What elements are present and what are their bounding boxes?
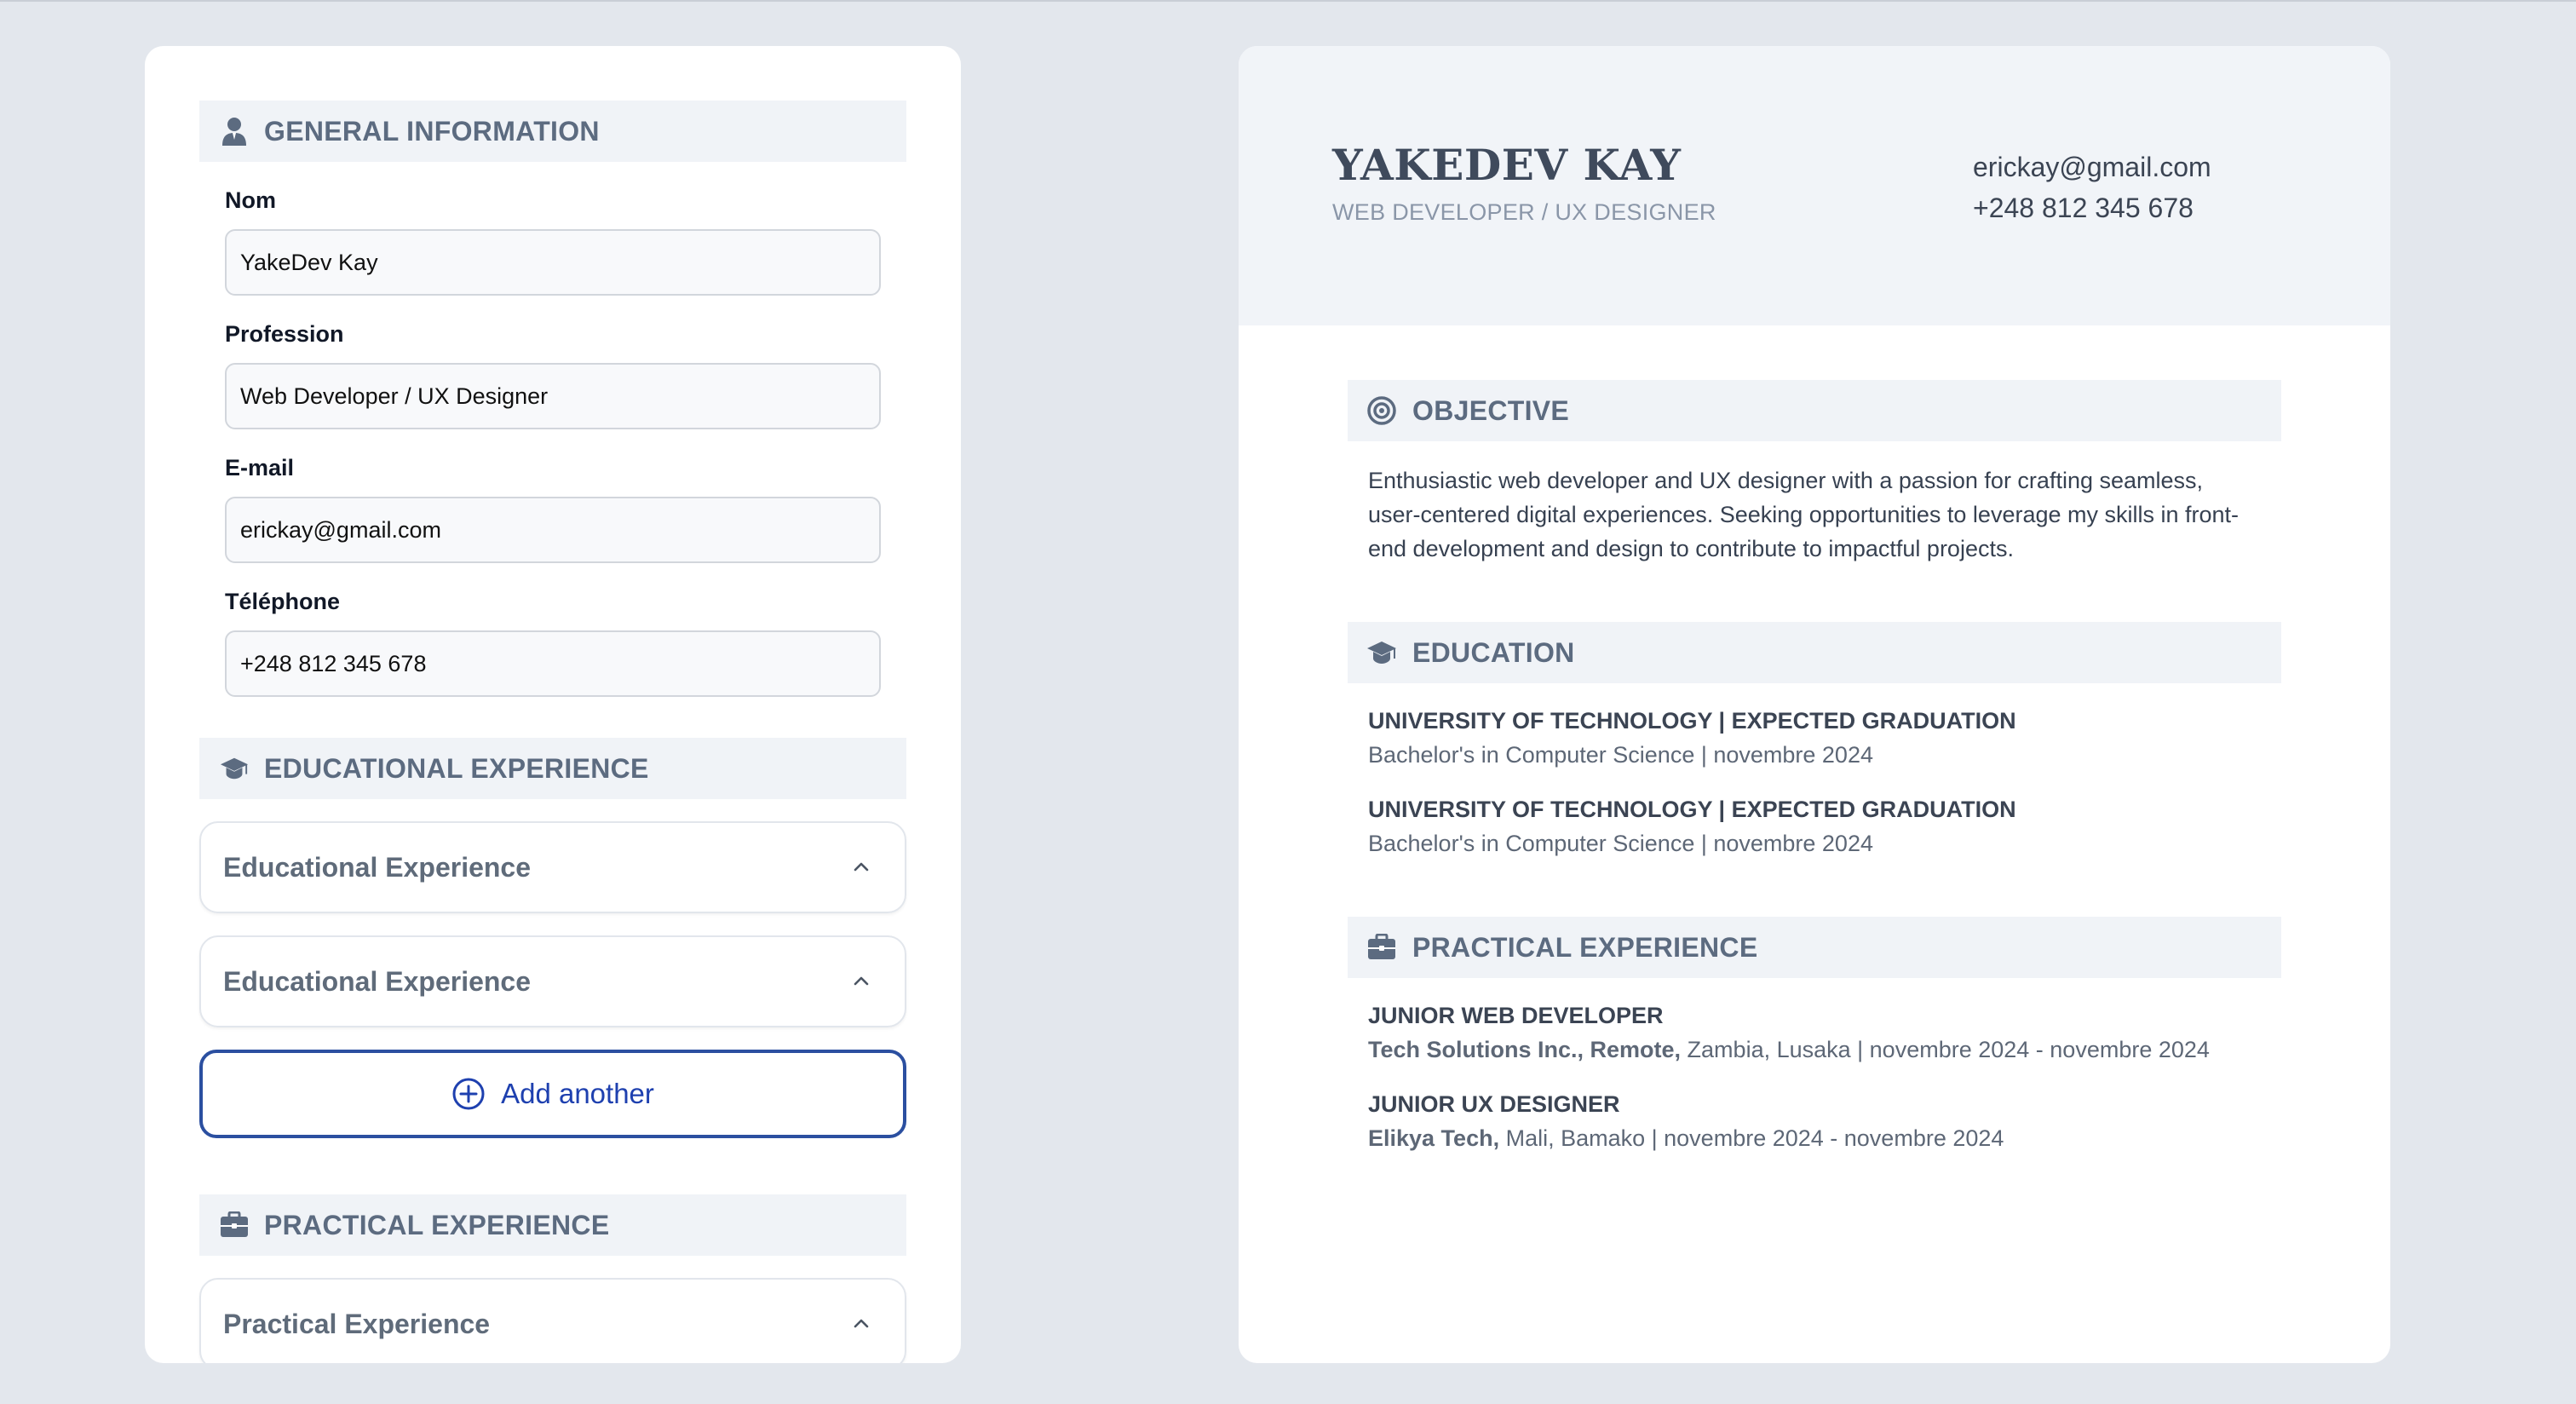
practical-entry: JUNIOR UX DESIGNER Elikya Tech, Mali, Ba… — [1348, 1087, 2281, 1155]
profession-field: Profession Web Developer / UX Designer — [199, 321, 906, 429]
accordion-title: Practical Experience — [223, 1308, 491, 1339]
resume-phone: +248 812 345 678 — [1973, 193, 2194, 223]
educational-accordion-1[interactable]: Educational Experience — [199, 821, 906, 913]
educational-experience-title: EDUCATIONAL EXPERIENCE — [264, 752, 649, 784]
education-title: EDUCATION — [1412, 636, 1575, 668]
objective-header: OBJECTIVE — [1348, 380, 2281, 441]
graduation-cap-icon — [1366, 637, 1397, 668]
name-field: Nom YakeDev Kay — [199, 187, 906, 296]
practical-entry-title: JUNIOR WEB DEVELOPER — [1368, 1003, 1664, 1028]
education-section: EDUCATION UNIVERSITY OF TECHNOLOGY | EXP… — [1348, 622, 2281, 860]
educational-accordion-2[interactable]: Educational Experience — [199, 935, 906, 1027]
add-another-label: Add another — [501, 1078, 654, 1109]
email-field: E-mail erickay@gmail.com — [199, 455, 906, 563]
add-another-button[interactable]: Add another — [199, 1050, 906, 1138]
phone-field: Téléphone +248 812 345 678 — [199, 589, 906, 697]
practical-experience-header: PRACTICAL EXPERIENCE — [199, 1194, 906, 1256]
target-icon — [1366, 395, 1397, 426]
practical-header: PRACTICAL EXPERIENCE — [1348, 917, 2281, 978]
chevron-up-icon[interactable] — [852, 972, 871, 991]
chevron-up-icon[interactable] — [852, 1315, 871, 1333]
profession-input[interactable]: Web Developer / UX Designer — [225, 363, 881, 429]
profession-label: Profession — [225, 321, 344, 347]
practical-title: PRACTICAL EXPERIENCE — [1412, 931, 1758, 963]
practical-entry-sub: Elikya Tech, Mali, Bamako | novembre 202… — [1368, 1121, 2261, 1155]
practical-entry: JUNIOR WEB DEVELOPER Tech Solutions Inc.… — [1348, 998, 2281, 1067]
user-icon — [220, 117, 249, 146]
objective-section: OBJECTIVE Enthusiastic web developer and… — [1348, 380, 2281, 566]
resume-profession: WEB DEVELOPER / UX DESIGNER — [1332, 199, 1716, 225]
email-label: E-mail — [225, 455, 295, 480]
accordion-title: Educational Experience — [223, 965, 532, 997]
objective-text: Enthusiastic web developer and UX design… — [1368, 468, 2240, 561]
accordion-title: Educational Experience — [223, 851, 532, 883]
general-information-header: GENERAL INFORMATION — [199, 101, 906, 162]
plus-circle-icon — [452, 1078, 485, 1110]
phone-label: Téléphone — [225, 589, 341, 614]
education-entry-sub: Bachelor's in Computer Science | novembr… — [1368, 831, 1873, 856]
cv-form-panel: GENERAL INFORMATION Nom YakeDev Kay Prof… — [145, 46, 961, 1363]
resume-header: YAKEDEV KAY WEB DEVELOPER / UX DESIGNER … — [1239, 46, 2390, 325]
resume-name: YAKEDEV KAY — [1332, 140, 1682, 190]
educational-experience-header: EDUCATIONAL EXPERIENCE — [199, 738, 906, 799]
resume-preview-panel: YAKEDEV KAY WEB DEVELOPER / UX DESIGNER … — [1239, 46, 2390, 1363]
email-input[interactable]: erickay@gmail.com — [225, 497, 881, 563]
objective-title: OBJECTIVE — [1412, 394, 1570, 426]
practical-entry-title: JUNIOR UX DESIGNER — [1368, 1091, 1620, 1117]
name-input[interactable]: YakeDev Kay — [225, 229, 881, 296]
practical-entry-sub: Tech Solutions Inc., Remote, Zambia, Lus… — [1368, 1033, 2261, 1067]
education-entry-title: UNIVERSITY OF TECHNOLOGY | EXPECTED GRAD… — [1368, 797, 2016, 822]
education-entry-sub: Bachelor's in Computer Science | novembr… — [1368, 742, 1873, 768]
practical-entry-details: Mali, Bamako | novembre 2024 - novembre … — [1499, 1125, 2004, 1151]
briefcase-icon — [220, 1211, 249, 1240]
education-header: EDUCATION — [1348, 622, 2281, 683]
practical-entry-company: Tech Solutions Inc., Remote, — [1368, 1037, 1682, 1062]
resume-email: erickay@gmail.com — [1973, 152, 2211, 182]
general-information-title: GENERAL INFORMATION — [264, 115, 600, 147]
practical-experience-title: PRACTICAL EXPERIENCE — [264, 1209, 610, 1240]
practical-accordion-1[interactable]: Practical Experience — [199, 1278, 906, 1363]
practical-entry-company: Elikya Tech, — [1368, 1125, 1500, 1151]
practical-section: PRACTICAL EXPERIENCE JUNIOR WEB DEVELOPE… — [1348, 917, 2281, 1155]
name-label: Nom — [225, 187, 276, 213]
resume-body: OBJECTIVE Enthusiastic web developer and… — [1239, 380, 2390, 1155]
chevron-up-icon[interactable] — [852, 858, 871, 877]
briefcase-icon — [1366, 932, 1397, 963]
education-entry: UNIVERSITY OF TECHNOLOGY | EXPECTED GRAD… — [1348, 792, 2281, 860]
education-entry: UNIVERSITY OF TECHNOLOGY | EXPECTED GRAD… — [1348, 704, 2281, 772]
education-entry-title: UNIVERSITY OF TECHNOLOGY | EXPECTED GRAD… — [1368, 708, 2016, 734]
phone-input[interactable]: +248 812 345 678 — [225, 630, 881, 697]
graduation-cap-icon — [220, 754, 249, 783]
resume-contact: erickay@gmail.com +248 812 345 678 — [1973, 147, 2211, 228]
practical-entry-details: Zambia, Lusaka | novembre 2024 - novembr… — [1681, 1037, 2210, 1062]
